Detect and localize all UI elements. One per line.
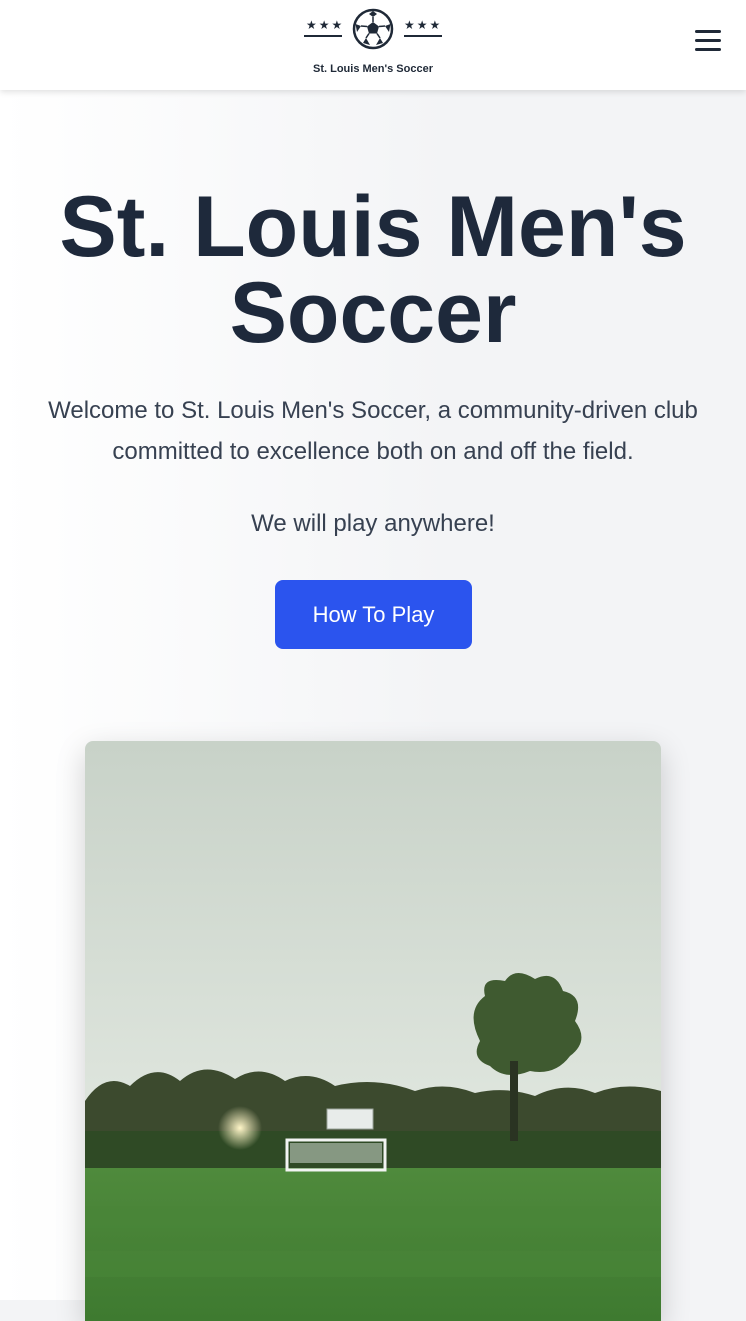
logo-divider-left xyxy=(304,35,342,37)
hero-title: St. Louis Men's Soccer xyxy=(59,179,687,361)
how-to-play-button[interactable]: How To Play xyxy=(275,580,472,649)
hero-section: St. Louis Men's Soccer Welcome to St. Lo… xyxy=(0,90,746,1321)
soccer-field-illustration xyxy=(85,741,661,1321)
soccer-field-image xyxy=(85,741,661,1321)
site-header: ★★★ ★★★ St. Louis Men's Soccer xyxy=(0,0,746,90)
site-logo[interactable]: ★★★ ★★★ St. Louis Men's Soccer xyxy=(300,6,446,82)
soccer-ball-icon xyxy=(352,8,394,50)
hamburger-menu-icon[interactable] xyxy=(690,24,726,56)
hero-intro-text: Welcome to St. Louis Men's Soccer, a com… xyxy=(48,397,698,465)
logo-stars-left: ★★★ xyxy=(306,18,345,32)
hero-tagline: We will play anywhere! xyxy=(251,510,495,537)
logo-text: St. Louis Men's Soccer xyxy=(313,63,433,75)
logo-stars-right: ★★★ xyxy=(404,18,443,32)
logo-divider-right xyxy=(404,35,442,37)
